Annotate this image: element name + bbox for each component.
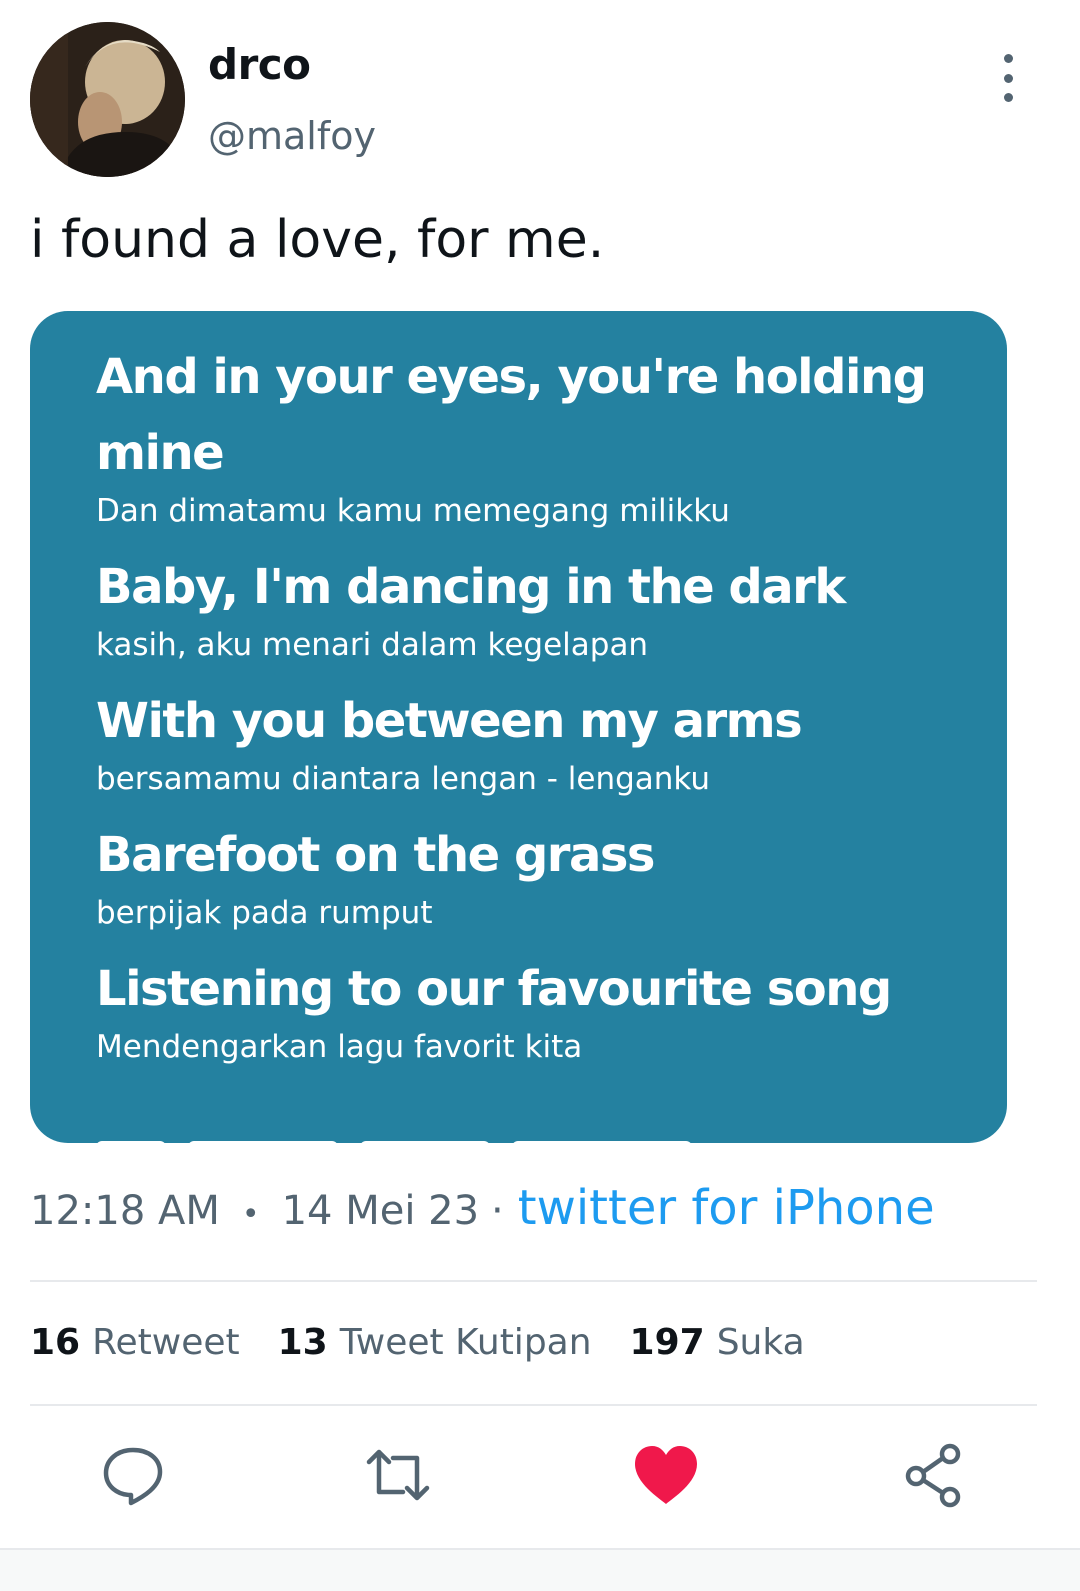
lyric-translation: berpijak pada rumput <box>96 895 433 931</box>
lyric-item: With you between my arms bersamamu diant… <box>96 683 956 799</box>
likes-stat[interactable]: 197 Suka <box>630 1322 805 1363</box>
lyrics-card-image[interactable]: And in your eyes, you're holding mine Da… <box>30 311 1007 1143</box>
retweets-count: 16 <box>30 1322 81 1363</box>
retweets-label: Retweet <box>92 1322 240 1363</box>
lyric-original: Barefoot on the grass <box>96 827 656 883</box>
more-dot <box>1003 73 1013 83</box>
tweet-text: i found a love, for me. <box>30 210 605 270</box>
tweet-source-link[interactable]: twitter for iPhone <box>518 1180 935 1236</box>
divider <box>30 1280 1037 1282</box>
lyric-original: And in your eyes, you're holding mine <box>96 349 927 481</box>
avatar-image <box>30 22 185 177</box>
lyric-original: Baby, I'm dancing in the dark <box>96 559 846 615</box>
lyrics-list: And in your eyes, you're holding mine Da… <box>96 339 956 1085</box>
lyric-item: Barefoot on the grass berpijak pada rump… <box>96 817 956 933</box>
meta-separator: · <box>491 1188 504 1234</box>
lyric-item: Baby, I'm dancing in the dark kasih, aku… <box>96 549 956 665</box>
avatar[interactable] <box>30 22 185 177</box>
likes-count: 197 <box>629 1322 705 1363</box>
more-dot <box>1003 54 1013 63</box>
lyric-original: With you between my arms <box>96 693 803 749</box>
more-dot <box>1003 93 1013 102</box>
lyric-translation: kasih, aku menari dalam kegelapan <box>96 627 649 663</box>
divider <box>30 1404 1037 1406</box>
lyric-translation: bersamamu diantara lengan - lenganku <box>96 761 711 797</box>
tweet-stats: 16 Retweet 13 Tweet Kutipan 197 Suka <box>30 1322 843 1363</box>
tweet-meta: 12:18 AM • 14 Mei 23 · twitter for iPhon… <box>30 1180 935 1236</box>
user-handle[interactable]: @malfoy <box>208 114 376 158</box>
tweet-date: 14 Mei 23 <box>281 1188 480 1234</box>
heart-icon[interactable] <box>631 1440 701 1510</box>
share-icon[interactable] <box>898 1440 968 1510</box>
more-vertical-icon[interactable] <box>996 54 1020 102</box>
retweet-icon[interactable] <box>363 1440 433 1510</box>
action-bar <box>0 1440 1080 1520</box>
quotes-stat[interactable]: 13 Tweet Kutipan <box>278 1322 592 1363</box>
bottom-edge <box>0 1548 1080 1591</box>
display-name[interactable]: drco <box>208 40 311 89</box>
lyric-translation: Mendengarkan lagu favorit kita <box>96 1029 583 1065</box>
tweet-time: 12:18 AM <box>30 1188 220 1234</box>
lyric-translation: Dan dimatamu kamu memegang milikku <box>96 493 730 529</box>
quotes-count: 13 <box>277 1322 328 1363</box>
meta-separator: • <box>241 1197 260 1232</box>
cut-off-lyric-line <box>96 1141 736 1143</box>
lyric-item: And in your eyes, you're holding mine Da… <box>96 339 956 531</box>
reply-icon[interactable] <box>98 1440 168 1510</box>
lyric-original: Listening to our favourite song <box>96 961 892 1017</box>
tweet-header: drco @malfoy <box>30 22 1050 182</box>
likes-label: Suka <box>716 1322 805 1363</box>
retweets-stat[interactable]: 16 Retweet <box>30 1322 240 1363</box>
quotes-label: Tweet Kutipan <box>339 1322 592 1363</box>
lyric-item: Listening to our favourite song Mendenga… <box>96 951 956 1067</box>
